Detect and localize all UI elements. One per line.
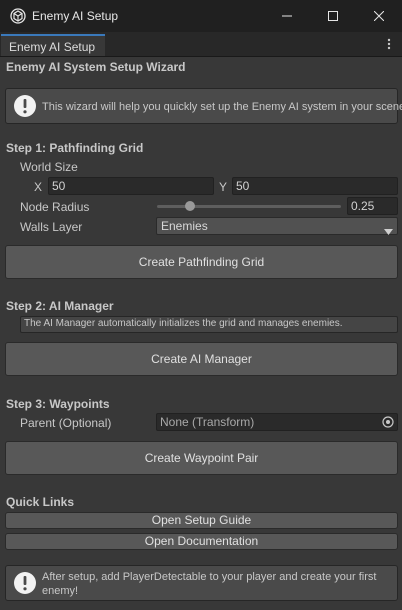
tab-enemy-ai-setup[interactable]: Enemy AI Setup <box>1 34 105 56</box>
close-icon <box>374 11 384 21</box>
info-icon <box>13 94 37 118</box>
world-size-label: World Size <box>20 160 78 174</box>
unity-logo-icon <box>10 8 26 24</box>
wizard-title: Enemy AI System Setup Wizard <box>6 60 186 74</box>
parent-value: None (Transform) <box>160 415 255 429</box>
ai-manager-note: The AI Manager automatically initializes… <box>20 316 398 333</box>
window-title: Enemy AI Setup <box>32 9 119 23</box>
chevron-down-icon <box>384 223 393 239</box>
x-label: X <box>34 180 43 194</box>
world-size-y-field[interactable]: 50 <box>232 177 398 195</box>
maximize-icon <box>328 11 338 21</box>
walls-layer-label: Walls Layer <box>20 220 83 234</box>
minimize-icon <box>282 15 292 17</box>
intro-help-box: This wizard will help you quickly set up… <box>5 88 402 124</box>
create-waypoint-pair-button[interactable]: Create Waypoint Pair <box>5 441 398 475</box>
window-titlebar[interactable]: Enemy AI Setup <box>0 0 402 32</box>
open-documentation-button[interactable]: Open Documentation <box>5 533 398 550</box>
info-icon <box>13 571 37 595</box>
quick-links-title: Quick Links <box>6 495 75 509</box>
minimize-button[interactable] <box>264 0 310 32</box>
step2-title: Step 2: AI Manager <box>6 299 114 313</box>
node-radius-slider-thumb[interactable] <box>185 201 196 211</box>
step1-title: Step 1: Pathfinding Grid <box>6 141 144 155</box>
parent-object-field[interactable]: None (Transform) <box>156 413 398 431</box>
walls-layer-dropdown[interactable]: Enemies <box>156 217 398 235</box>
node-radius-label: Node Radius <box>20 200 90 214</box>
open-setup-guide-button[interactable]: Open Setup Guide <box>5 512 398 529</box>
create-pathfinding-grid-button[interactable]: Create Pathfinding Grid <box>5 245 398 279</box>
intro-text: This wizard will help you quickly set up… <box>42 101 402 113</box>
y-label: Y <box>219 180 228 194</box>
create-ai-manager-button[interactable]: Create AI Manager <box>5 342 398 376</box>
step3-title: Step 3: Waypoints <box>6 397 110 411</box>
tab-strip: Enemy AI Setup <box>0 32 402 57</box>
footer-help-box: After setup, add PlayerDetectable to you… <box>5 565 398 601</box>
object-picker-icon[interactable] <box>382 416 394 432</box>
close-button[interactable] <box>356 0 402 32</box>
node-radius-field[interactable]: 0.25 <box>347 197 398 215</box>
footer-tip-text: After setup, add PlayerDetectable to you… <box>42 571 377 597</box>
maximize-button[interactable] <box>310 0 356 32</box>
parent-label: Parent (Optional) <box>20 416 112 430</box>
world-size-x-field[interactable]: 50 <box>48 177 214 195</box>
more-options-icon[interactable] <box>382 37 396 51</box>
walls-layer-value: Enemies <box>161 219 208 233</box>
